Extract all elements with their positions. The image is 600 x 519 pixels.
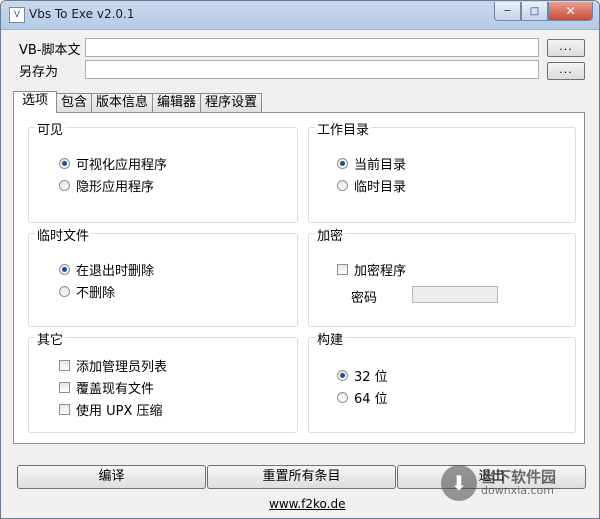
- download-arrow-icon: ⬇: [441, 465, 477, 501]
- save-as-label: 另存为: [19, 65, 59, 80]
- radio-32-bit[interactable]: 32 位: [337, 366, 388, 385]
- radio-label: 32 位: [354, 370, 388, 385]
- watermark: ⬇ 当下软件园 downxia.com: [441, 461, 587, 505]
- radio-selected-icon: [337, 158, 348, 169]
- radio-temp-dir[interactable]: 临时目录: [337, 176, 406, 195]
- encryption-group: 加密 加密程序 密码: [308, 225, 576, 327]
- checkbox-label: 使用 UPX 压缩: [76, 404, 163, 419]
- radio-unselected-icon: [59, 286, 70, 297]
- radio-label: 不删除: [76, 286, 116, 301]
- save-as-browse-button[interactable]: ...: [547, 62, 585, 80]
- build-group-title: 构建: [315, 329, 346, 348]
- workdir-group-title: 工作目录: [315, 119, 372, 138]
- encryption-group-title: 加密: [315, 225, 346, 244]
- build-group: 构建 32 位 64 位: [308, 329, 576, 433]
- tab-options[interactable]: 选项: [13, 91, 58, 113]
- tab-strip: 选项 包含 版本信息 编辑器 程序设置: [13, 91, 263, 113]
- other-group-title: 其它: [35, 329, 66, 348]
- app-icon: V: [9, 7, 25, 23]
- visible-group-title: 可见: [35, 119, 66, 138]
- checkbox-icon: [337, 264, 348, 275]
- caption-buttons: ─ □ ✕: [494, 2, 593, 21]
- watermark-sub: downxia.com: [481, 484, 554, 498]
- checkbox-add-admin-manifest[interactable]: 添加管理员列表: [59, 356, 167, 375]
- compile-button[interactable]: 编译: [17, 465, 206, 489]
- close-button[interactable]: ✕: [548, 2, 593, 21]
- radio-selected-icon: [59, 264, 70, 275]
- radio-unselected-icon: [59, 180, 70, 191]
- radio-label: 在退出时删除: [76, 264, 155, 279]
- visible-group: 可见 可视化应用程序 隐形应用程序: [28, 119, 298, 223]
- maximize-button[interactable]: □: [521, 2, 548, 21]
- radio-do-not-delete[interactable]: 不删除: [59, 282, 115, 301]
- radio-label: 隐形应用程序: [76, 180, 155, 195]
- script-file-label: VB-脚本文: [19, 43, 81, 58]
- password-input[interactable]: [412, 286, 498, 303]
- tempfiles-group: 临时文件 在退出时删除 不删除: [28, 225, 298, 327]
- tab-editor[interactable]: 编辑器: [152, 93, 202, 112]
- tab-program-settings[interactable]: 程序设置: [200, 93, 263, 112]
- radio-label: 临时目录: [354, 180, 407, 195]
- radio-unselected-icon: [337, 392, 348, 403]
- checkbox-upx-compress[interactable]: 使用 UPX 压缩: [59, 400, 163, 419]
- reset-all-button[interactable]: 重置所有条目: [207, 465, 396, 489]
- script-browse-button[interactable]: ...: [547, 39, 585, 57]
- radio-visible-app[interactable]: 可视化应用程序: [59, 154, 167, 173]
- radio-invisible-app[interactable]: 隐形应用程序: [59, 176, 154, 195]
- other-group: 其它 添加管理员列表 覆盖现有文件 使用 UPX 压缩: [28, 329, 298, 433]
- options-panel: 可见 可视化应用程序 隐形应用程序 工作目录 当前目录 临时目录 临时文件 在退…: [13, 112, 585, 444]
- title-bar[interactable]: V Vbs To Exe v2.0.1 ─ □ ✕: [1, 1, 599, 30]
- checkbox-overwrite-files[interactable]: 覆盖现有文件: [59, 378, 154, 397]
- tab-include[interactable]: 包含: [56, 93, 93, 112]
- checkbox-label: 覆盖现有文件: [76, 382, 155, 397]
- minimize-button[interactable]: ─: [494, 2, 521, 21]
- workdir-group: 工作目录 当前目录 临时目录: [308, 119, 576, 223]
- checkbox-encrypt-program[interactable]: 加密程序: [337, 260, 406, 279]
- checkbox-icon: [59, 404, 70, 415]
- tempfiles-group-title: 临时文件: [35, 225, 92, 244]
- radio-selected-icon: [337, 370, 348, 381]
- checkbox-icon: [59, 382, 70, 393]
- radio-unselected-icon: [337, 180, 348, 191]
- radio-label: 当前目录: [354, 158, 407, 173]
- website-link[interactable]: www.f2ko.de: [269, 497, 345, 511]
- checkbox-label: 添加管理员列表: [76, 360, 168, 375]
- watermark-text: 当下软件园 downxia.com: [481, 469, 556, 498]
- script-file-input[interactable]: [85, 38, 539, 57]
- password-label: 密码: [351, 291, 378, 306]
- window-title: Vbs To Exe v2.0.1: [29, 7, 135, 21]
- tab-version-info[interactable]: 版本信息: [91, 93, 154, 112]
- radio-delete-on-exit[interactable]: 在退出时删除: [59, 260, 154, 279]
- app-window: V Vbs To Exe v2.0.1 ─ □ ✕ VB-脚本文 ... 另存为…: [0, 0, 600, 519]
- radio-label: 可视化应用程序: [76, 158, 168, 173]
- checkbox-label: 加密程序: [354, 264, 407, 279]
- radio-64-bit[interactable]: 64 位: [337, 388, 388, 407]
- watermark-main: 当下软件园: [481, 467, 557, 486]
- radio-selected-icon: [59, 158, 70, 169]
- checkbox-icon: [59, 360, 70, 371]
- radio-current-dir[interactable]: 当前目录: [337, 154, 406, 173]
- radio-label: 64 位: [354, 392, 388, 407]
- save-as-input[interactable]: [85, 60, 539, 79]
